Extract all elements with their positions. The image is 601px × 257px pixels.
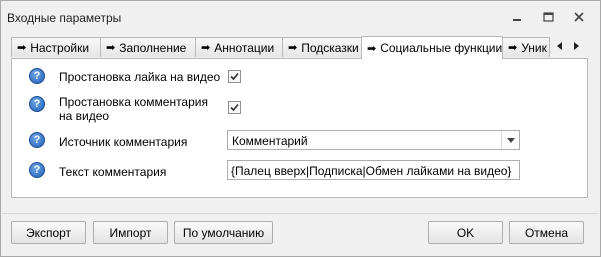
minimize-button[interactable] — [509, 10, 525, 24]
tab-label: Заполнение — [119, 40, 187, 55]
comment-label: Простановка комментария на видео — [59, 95, 208, 123]
tab-scroll-right[interactable] — [571, 39, 583, 53]
maximize-button[interactable] — [540, 10, 556, 24]
help-icon[interactable]: ? — [29, 132, 45, 148]
tab-arrow-icon: ➡ — [367, 42, 377, 55]
tab-arrow-icon: ➡ — [201, 42, 211, 54]
tab-arrow-icon: ➡ — [106, 42, 116, 54]
tab-scroll-left[interactable] — [554, 39, 566, 53]
comment-row: ? Простановка комментария на видео — [12, 94, 587, 124]
help-icon[interactable]: ? — [29, 96, 45, 112]
tab-label: Социальные функции — [380, 41, 503, 55]
tab-hints[interactable]: ➡ Подсказки — [282, 37, 362, 57]
title-bar: Входные параметры — [1, 1, 600, 34]
close-button[interactable] — [571, 10, 587, 24]
tab-social-functions[interactable]: ➡ Социальные функции — [361, 36, 503, 59]
minimize-icon — [513, 19, 521, 21]
help-icon[interactable]: ? — [29, 68, 45, 84]
dialog-window: Входные параметры ➡ Настройки ➡ Заполнен… — [0, 0, 601, 257]
tab-unique[interactable]: ➡ Уник — [502, 37, 550, 57]
comment-text-input[interactable]: {Палец вверх|Подписка|Обмен лайками на в… — [227, 160, 520, 180]
scroll-right-icon — [574, 42, 579, 50]
comment-source-value: Комментарий — [232, 134, 308, 148]
maximize-icon — [542, 12, 554, 22]
dropdown-toggle[interactable] — [501, 131, 519, 149]
import-button[interactable]: Импорт — [93, 221, 168, 244]
help-icon[interactable]: ? — [29, 162, 45, 178]
tab-settings[interactable]: ➡ Настройки — [11, 37, 101, 57]
checkmark-icon — [230, 103, 239, 112]
tab-label: Уник — [521, 40, 547, 55]
export-button[interactable]: Экспорт — [11, 221, 86, 244]
comment-source-row: ? Источник комментария Комментарий — [12, 130, 587, 152]
tab-strip: ➡ Настройки ➡ Заполнение ➡ Аннотации ➡ П… — [11, 36, 588, 59]
comment-source-select[interactable]: Комментарий — [227, 130, 520, 150]
ok-button[interactable]: OK — [428, 221, 503, 244]
tab-arrow-icon: ➡ — [508, 42, 518, 54]
comment-text-label: Текст комментария — [59, 165, 167, 179]
close-icon — [574, 12, 584, 22]
checkmark-icon — [230, 72, 239, 81]
tab-filling[interactable]: ➡ Заполнение — [100, 37, 196, 57]
footer-divider — [2, 213, 599, 214]
chevron-down-icon — [506, 137, 515, 143]
comment-text-row: ? Текст комментария {Палец вверх|Подписк… — [12, 160, 587, 182]
like-checkbox[interactable] — [228, 70, 241, 83]
tab-annotations[interactable]: ➡ Аннотации — [195, 37, 283, 57]
like-label: Простановка лайка на видео — [59, 70, 221, 84]
tab-arrow-icon: ➡ — [17, 42, 27, 54]
scroll-left-icon — [557, 42, 562, 50]
comment-checkbox[interactable] — [228, 101, 241, 114]
window-title: Входные параметры — [7, 11, 122, 25]
default-button[interactable]: По умолчанию — [174, 221, 273, 244]
tab-label: Аннотации — [214, 40, 275, 55]
tab-label: Настройки — [30, 40, 90, 55]
tab-label: Подсказки — [301, 40, 359, 55]
tab-arrow-icon: ➡ — [288, 42, 298, 54]
like-row: ? Простановка лайка на видео — [12, 67, 587, 87]
social-functions-panel: ? Простановка лайка на видео ? Простанов… — [11, 58, 588, 198]
comment-source-label: Источник комментария — [59, 135, 188, 149]
cancel-button[interactable]: Отмена — [509, 221, 584, 244]
comment-text-value: {Палец вверх|Подписка|Обмен лайками на в… — [231, 164, 512, 178]
